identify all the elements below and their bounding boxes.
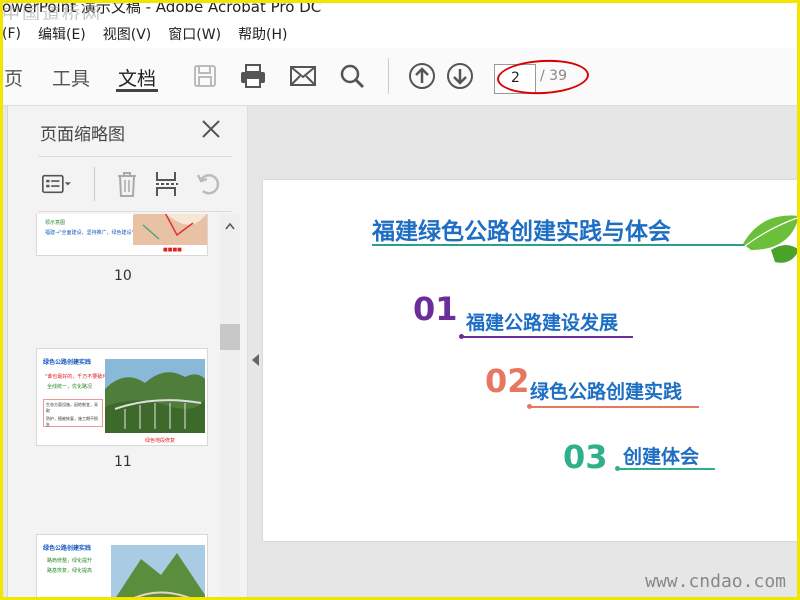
watermark-top: 中国道桥网 (2, 4, 102, 20)
slide-title: 福建绿色公路创建实践与体会 (372, 219, 671, 245)
previous-page-icon[interactable] (408, 62, 436, 90)
item-underline (619, 468, 715, 470)
thumb-text: 领示意图 (45, 220, 66, 226)
document-view: 福建绿色公路创建实践与体会 01 福建公路建设发展 02 绿色公路创建实践 03… (248, 106, 800, 600)
save-icon[interactable] (191, 62, 219, 90)
scroll-thumb[interactable] (220, 324, 240, 350)
panel-left-strip (0, 106, 8, 600)
tab-home[interactable]: 页 (4, 64, 23, 91)
item-label-01: 福建公路建设发展 (466, 312, 619, 334)
item-label-02: 绿色公路创建实践 (530, 381, 683, 403)
thumbnail-scrollbar[interactable] (220, 214, 240, 600)
title-bar: owerPoint 演示文稿 - Adobe Acrobat Pro DC 中国… (0, 0, 800, 20)
email-icon[interactable] (289, 62, 317, 90)
bridge-photo (105, 359, 205, 433)
thumbnail-page-12[interactable]: 绿色公路创建实践 路肩修整，绿化提升 路基恢复，绿化提高 (36, 534, 208, 600)
insert-page-icon[interactable] (152, 169, 182, 199)
menu-bar: (F) 编辑(E) 视图(V) 窗口(W) 帮助(H) (0, 22, 800, 46)
thumb-text: 全线统一，优化路况 (47, 384, 93, 390)
thumb-textbox: 生态方面设施，因地制宜，采取 防护，植被恢复，施工期不损失 (43, 399, 103, 427)
thumb-text: 防护，植被恢复，施工期不损失 (46, 416, 98, 427)
item-number-01: 01 (413, 290, 458, 328)
map-image (133, 214, 207, 245)
next-page-icon[interactable] (446, 62, 474, 90)
thumb-text: 福建→"全面建设，坚持推广，绿色建设" (45, 230, 134, 236)
thumb-title: 绿色公路创建实践 (43, 545, 92, 552)
delete-icon[interactable] (112, 169, 142, 199)
thumb-caption: ■■■■ (163, 247, 182, 253)
watermark-bottom: www.cndao.com (645, 571, 786, 592)
panel-toolbar (38, 156, 232, 212)
thumb-text: "谁也最好的，千万不要破坏" (45, 374, 110, 380)
leaf-decoration (743, 215, 799, 263)
item-underline (463, 336, 633, 338)
tab-document[interactable]: 文档 (118, 64, 156, 91)
thumbnail-page-number: 10 (114, 268, 132, 284)
menu-view[interactable]: 视图(V) (103, 24, 152, 44)
thumbnail-page-number: 11 (114, 454, 132, 470)
thumbnail-list: 领示意图 福建→"全面建设，坚持推广，绿色建设" ■■■■ 10 绿色公路创建实… (10, 214, 220, 600)
thumb-text: 路肩修整，绿化提升 (47, 558, 93, 564)
menu-window[interactable]: 窗口(W) (168, 24, 221, 44)
title-underline (372, 244, 750, 246)
toolbar-separator (388, 58, 389, 94)
slide-page: 福建绿色公路创建实践与体会 01 福建公路建设发展 02 绿色公路创建实践 03… (263, 180, 800, 541)
thumb-caption: 绿色地段修复 (145, 438, 176, 444)
tab-tools[interactable]: 工具 (52, 64, 90, 91)
main-toolbar: 页 工具 文档 2 / 39 (0, 48, 800, 106)
mountain-photo (111, 545, 205, 600)
rotate-icon[interactable] (194, 169, 224, 199)
thumb-text: 路基恢复，绿化提高 (47, 568, 93, 574)
active-tab-indicator (116, 89, 158, 92)
item-number-02: 02 (485, 362, 530, 400)
item-number-03: 03 (563, 438, 608, 476)
page-thumbnails-panel: 页面缩略图 领示意图 福建→"全面建设，坚持推广，绿色建设" ■■■■ 10 绿… (0, 106, 248, 600)
thumb-title: 绿色公路创建实践 (43, 359, 92, 366)
item-underline (531, 406, 699, 408)
menu-file[interactable]: (F) (2, 26, 21, 42)
collapse-panel-icon[interactable] (252, 354, 259, 366)
thumbnail-page-10[interactable]: 领示意图 福建→"全面建设，坚持推广，绿色建设" ■■■■ (36, 214, 208, 256)
panel-title: 页面缩略图 (40, 125, 125, 145)
search-icon[interactable] (338, 62, 366, 90)
thumb-text: 生态方面设施，因地制宜，采取 (46, 402, 98, 413)
item-label-03: 创建体会 (623, 446, 700, 468)
thumbnail-options-icon[interactable] (42, 169, 72, 199)
panel-separator (94, 167, 95, 201)
menu-edit[interactable]: 编辑(E) (38, 24, 86, 44)
close-icon[interactable] (200, 118, 222, 140)
menu-help[interactable]: 帮助(H) (238, 24, 287, 44)
scroll-up-icon[interactable] (225, 222, 235, 230)
thumbnail-page-11[interactable]: 绿色公路创建实践 "谁也最好的，千万不要破坏" 全线统一，优化路况 生态方面设施… (36, 348, 208, 446)
print-icon[interactable] (239, 62, 267, 90)
